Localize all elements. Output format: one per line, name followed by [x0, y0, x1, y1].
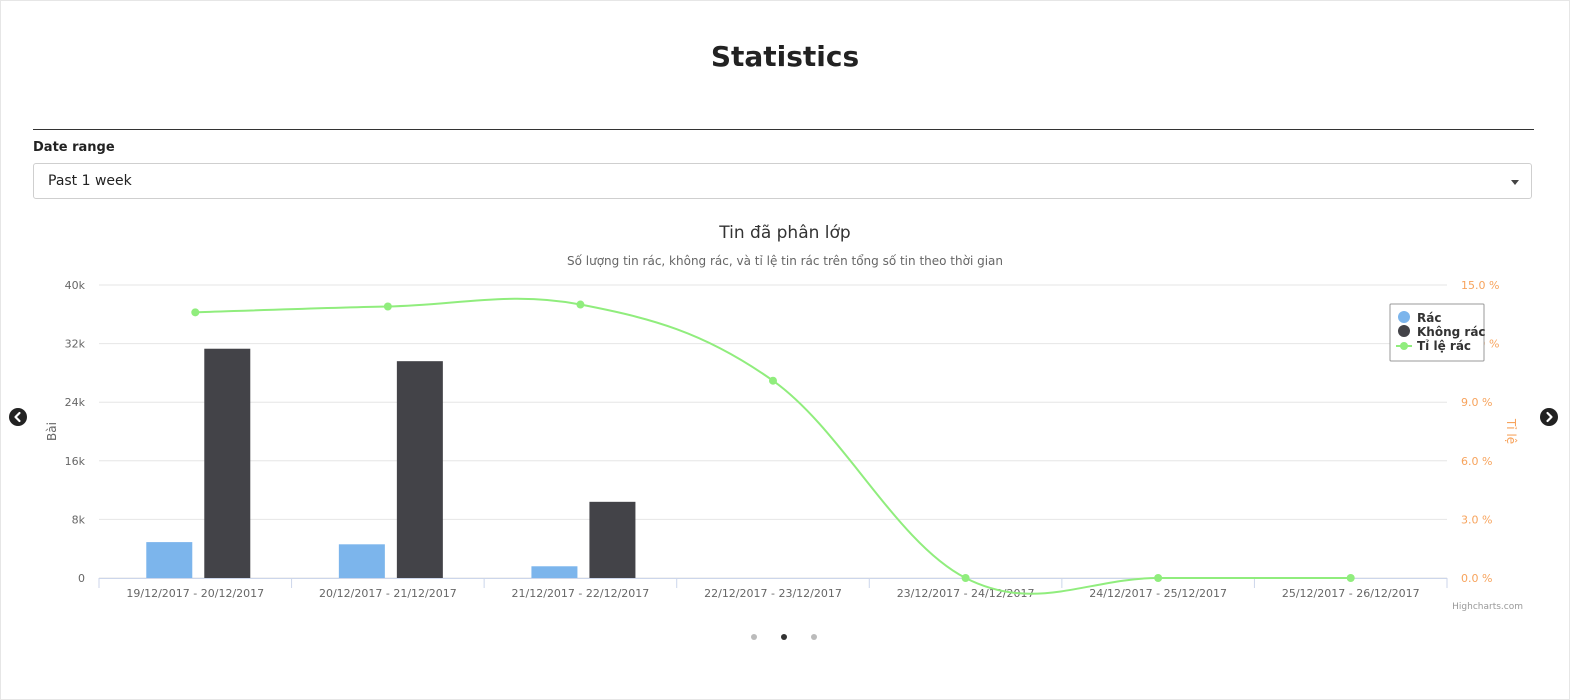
legend-rac-symbol — [1398, 311, 1410, 323]
bar-rac — [146, 542, 193, 578]
y-axis-title: Bài — [45, 422, 59, 441]
chart-title: Tin đã phân lớp — [718, 223, 850, 243]
point-ti-le-rac — [576, 300, 585, 309]
point-ti-le-rac — [1154, 574, 1163, 582]
y2-tick-label: 9.0 % — [1461, 396, 1492, 409]
x-tick-label: 20/12/2017 - 21/12/2017 — [319, 587, 457, 600]
bar-rac — [338, 544, 385, 578]
legend-ti-le-symbol — [1400, 342, 1408, 350]
x-tick-label: 19/12/2017 - 20/12/2017 — [126, 587, 264, 600]
point-ti-le-rac — [961, 574, 970, 582]
x-tick-label: 25/12/2017 - 26/12/2017 — [1282, 587, 1420, 600]
point-ti-le-rac — [191, 308, 200, 317]
bar-rac — [531, 566, 578, 578]
point-ti-le-rac — [769, 376, 777, 385]
y2-axis-title: Tỉ lệ — [1504, 418, 1518, 444]
date-range-select[interactable]: Past 1 week — [33, 163, 1532, 199]
chart-subtitle: Số lượng tin rác, không rác, và tỉ lệ ti… — [567, 254, 1003, 268]
legend-ti-le-label: Tỉ lệ rác — [1417, 339, 1471, 353]
page-title: Statistics — [710, 40, 860, 73]
x-tick-label: 22/12/2017 - 23/12/2017 — [704, 587, 842, 600]
y2-tick-label: 0.0 % — [1461, 572, 1492, 585]
x-tick-label: 24/12/2017 - 25/12/2017 — [1089, 587, 1227, 600]
y-tick-label: 0 — [78, 572, 85, 585]
legend-khong-rac-label: Không rác — [1417, 325, 1486, 339]
bar-khong-rac — [396, 361, 443, 578]
y2-tick-label: 3.0 % — [1461, 513, 1492, 526]
y-tick-label: 8k — [72, 513, 86, 526]
header-divider — [33, 129, 1534, 130]
bar-khong-rac — [204, 348, 251, 578]
statistics-chart: Tin đã phân lớp Số lượng tin rác, không r… — [45, 223, 1523, 612]
legend-khong-rac-symbol — [1398, 325, 1410, 337]
x-tick-label: 21/12/2017 - 22/12/2017 — [512, 587, 650, 600]
date-range-value: Past 1 week — [48, 173, 132, 189]
carousel-dot[interactable] — [751, 634, 757, 640]
chart-credits: Highcharts.com — [1452, 602, 1523, 612]
bar-khong-rac — [589, 501, 636, 578]
y-tick-label: 32k — [65, 338, 86, 351]
date-range-label: Date range — [33, 140, 115, 155]
chevron-down-icon — [1511, 180, 1519, 185]
y-tick-label: 40k — [65, 279, 86, 292]
legend-rac-label: Rác — [1417, 311, 1441, 325]
point-ti-le-rac — [383, 302, 392, 311]
point-ti-le-rac — [1346, 574, 1355, 582]
carousel-dot[interactable] — [781, 634, 787, 640]
y2-tick-label: 6.0 % — [1461, 455, 1492, 468]
y-tick-label: 16k — [65, 455, 86, 468]
carousel-dot[interactable] — [811, 634, 817, 640]
y2-tick-label: 15.0 % — [1461, 279, 1499, 292]
y-tick-label: 24k — [65, 396, 86, 409]
